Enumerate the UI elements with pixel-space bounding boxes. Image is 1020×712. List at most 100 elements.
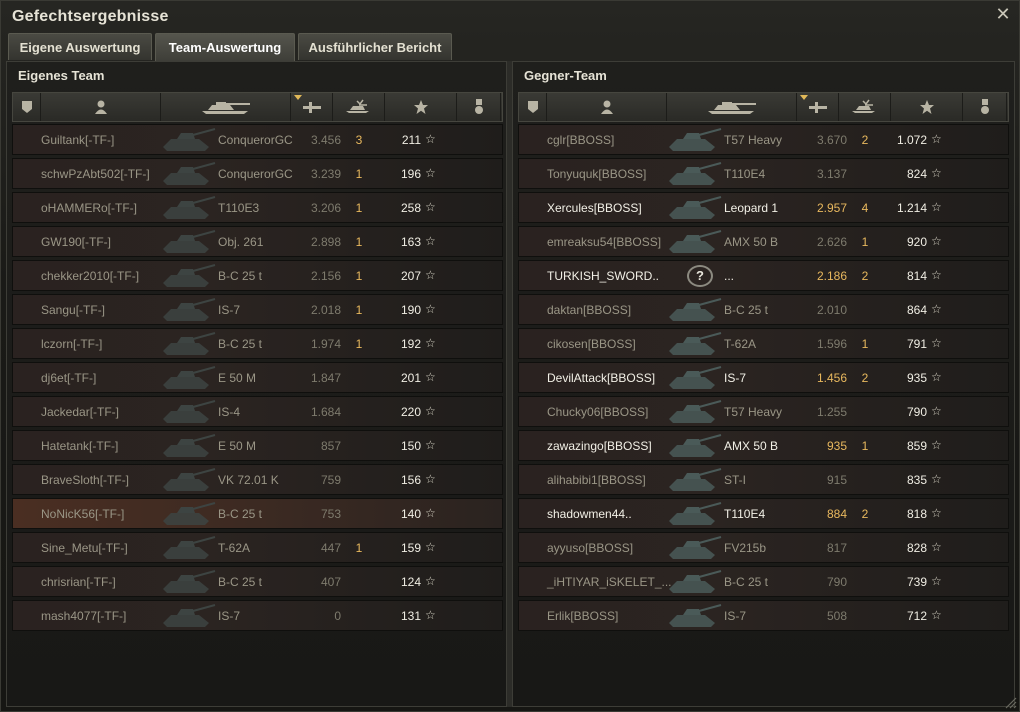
player-name: chrisrian[-TF-] [41, 575, 116, 589]
damage-value: 3.206 [310, 201, 341, 215]
player-name: oHAMMERo[-TF-] [41, 201, 137, 215]
vehicle-name: IS-7 [724, 609, 747, 623]
vehicle-name: IS-7 [218, 303, 241, 317]
damage-value: 857 [320, 439, 341, 453]
own-team-player-row[interactable]: chrisrian[-TF-] B-C 25 t 407 124 ☆ [12, 566, 503, 597]
enemy-team-player-row[interactable]: Erlik[BBOSS] IS-7 508 712 ☆ [518, 600, 1009, 631]
xp-value: 159 [400, 541, 421, 555]
own-team-player-row[interactable]: BraveSloth[-TF-] VK 72.01 K 759 156 ☆ [12, 464, 503, 495]
enemy-team-header-medal-icon[interactable] [963, 93, 1007, 121]
xp-star-icon [413, 99, 429, 115]
xp-star-icon: ☆ [931, 166, 942, 180]
xp-star-icon: ☆ [425, 200, 436, 214]
enemy-team-player-row[interactable]: Tonyuquk[BBOSS] T110E4 3.137 824 ☆ [518, 158, 1009, 189]
enemy-team-header-kills-icon[interactable] [839, 93, 891, 121]
xp-star-icon: ☆ [931, 370, 942, 384]
damage-value: 2.957 [816, 201, 847, 215]
enemy-team-header-tank-icon[interactable] [667, 93, 797, 121]
own-team-header-medal-icon[interactable] [457, 93, 501, 121]
enemy-team-player-row[interactable]: Chucky06[BBOSS] T57 Heavy 1.255 790 ☆ [518, 396, 1009, 427]
damage-value: 3.239 [310, 167, 341, 181]
xp-value: 190 [400, 303, 421, 317]
tab-ausfuehrlicher-bericht[interactable]: Ausführlicher Bericht [298, 33, 452, 60]
vehicle-name: B-C 25 t [724, 303, 769, 317]
damage-value: 759 [320, 473, 341, 487]
player-name: shadowmen44.. [547, 507, 632, 521]
player-name: Guiltank[-TF-] [41, 133, 115, 147]
vehicle-icon [159, 159, 217, 189]
xp-value: 140 [400, 507, 421, 521]
squad-icon [20, 99, 34, 115]
own-team-player-row[interactable]: mash4077[-TF-] IS-7 0 131 ☆ [12, 600, 503, 631]
player-name: Chucky06[BBOSS] [547, 405, 649, 419]
xp-value: 1.214 [896, 201, 927, 215]
own-team-player-row[interactable]: GW190[-TF-] Obj. 261 2.898 1 163 ☆ [12, 226, 503, 257]
tank-icon [198, 99, 254, 115]
xp-value: 739 [906, 575, 927, 589]
vehicle-name: T110E4 [724, 167, 766, 181]
vehicle-icon [665, 193, 723, 223]
player-name: zawazingo[BBOSS] [547, 439, 652, 453]
enemy-team-player-row[interactable]: shadowmen44.. T110E4 884 2 818 ☆ [518, 498, 1009, 529]
vehicle-name: IS-7 [724, 371, 747, 385]
own-team-player-row[interactable]: oHAMMERo[-TF-] T110E3 3.206 1 258 ☆ [12, 192, 503, 223]
resize-grip-icon[interactable] [1003, 695, 1017, 709]
enemy-team-player-row[interactable]: TURKISH_SWORD..?... 2.186 2 814 ☆ [518, 260, 1009, 291]
xp-star-icon: ☆ [425, 132, 436, 146]
player-icon [94, 99, 108, 115]
tab-eigene-auswertung[interactable]: Eigene Auswertung [8, 33, 152, 60]
enemy-team-player-row[interactable]: ayyuso[BBOSS] FV215b 817 828 ☆ [518, 532, 1009, 563]
damage-value: 1.974 [310, 337, 341, 351]
damage-value: 1.684 [310, 405, 341, 419]
enemy-team-header-player-icon[interactable] [547, 93, 667, 121]
xp-star-icon: ☆ [425, 268, 436, 282]
player-name: Hatetank[-TF-] [41, 439, 119, 453]
vehicle-icon [665, 295, 723, 325]
vehicle-name: B-C 25 t [218, 269, 263, 283]
own-team-header-damage-icon[interactable] [291, 93, 333, 121]
vehicle-name: T-62A [724, 337, 757, 351]
enemy-team-title: Gegner-Team [524, 68, 607, 83]
enemy-team-player-row[interactable]: DevilAttack[BBOSS] IS-7 1.456 2 935 ☆ [518, 362, 1009, 393]
own-team-player-row[interactable]: Hatetank[-TF-] E 50 M 857 150 ☆ [12, 430, 503, 461]
vehicle-name: T57 Heavy [724, 133, 783, 147]
vehicle-name: ST-I [724, 473, 747, 487]
own-team-player-row[interactable]: Sangu[-TF-] IS-7 2.018 1 190 ☆ [12, 294, 503, 325]
vehicle-name: E 50 M [218, 371, 257, 385]
own-team-player-row[interactable]: lczorn[-TF-] B-C 25 t 1.974 1 192 ☆ [12, 328, 503, 359]
vehicle-icon [159, 499, 217, 529]
enemy-team-player-row[interactable]: zawazingo[BBOSS] AMX 50 B 935 1 859 ☆ [518, 430, 1009, 461]
own-team-player-row[interactable]: NoNicK56[-TF-] B-C 25 t 753 140 ☆ [12, 498, 503, 529]
player-name: Sine_Metu[-TF-] [41, 541, 128, 555]
damage-value: 790 [826, 575, 847, 589]
enemy-team-player-row[interactable]: alihabibi1[BBOSS] ST-I 915 835 ☆ [518, 464, 1009, 495]
enemy-team-player-row[interactable]: cglr[BBOSS] T57 Heavy 3.670 2 1.072 ☆ [518, 124, 1009, 155]
enemy-team-header-squad-icon[interactable] [519, 93, 547, 121]
tab-team-auswertung[interactable]: Team-Auswertung [155, 33, 295, 61]
own-team-player-row[interactable]: chekker2010[-TF-] B-C 25 t 2.156 1 207 ☆ [12, 260, 503, 291]
own-team-player-row[interactable]: dj6et[-TF-] E 50 M 1.847 201 ☆ [12, 362, 503, 393]
enemy-team-header-xp-star-icon[interactable] [891, 93, 963, 121]
damage-value: 447 [320, 541, 341, 555]
own-team-panel: Eigenes Team Guiltank[-TF-] ConquerorGC 3.… [6, 61, 507, 707]
own-team-player-row[interactable]: Guiltank[-TF-] ConquerorGC 3.456 3 211 ☆ [12, 124, 503, 155]
own-team-player-row[interactable]: schwPzAbt502[-TF-] ConquerorGC 3.239 1 196 ☆ [12, 158, 503, 189]
own-team-header-kills-icon[interactable] [333, 93, 385, 121]
enemy-team-player-row[interactable]: emreaksu54[BBOSS] AMX 50 B 2.626 1 920 ☆ [518, 226, 1009, 257]
enemy-team-player-row[interactable]: cikosen[BBOSS] T-62A 1.596 1 791 ☆ [518, 328, 1009, 359]
enemy-team-header-damage-icon[interactable] [797, 93, 839, 121]
battle-results-window: Gefechtsergebnisse ✕ Eigene Auswertung T… [0, 0, 1020, 712]
own-team-player-row[interactable]: Jackedar[-TF-] IS-4 1.684 220 ☆ [12, 396, 503, 427]
close-icon[interactable]: ✕ [995, 5, 1011, 23]
own-team-header-squad-icon[interactable] [13, 93, 41, 121]
own-team-player-row[interactable]: Sine_Metu[-TF-] T-62A 447 1 159 ☆ [12, 532, 503, 563]
vehicle-icon [665, 499, 723, 529]
own-team-header-player-icon[interactable] [41, 93, 161, 121]
enemy-team-player-row[interactable]: Xercules[BBOSS] Leopard 1 2.957 4 1.214 ☆ [518, 192, 1009, 223]
enemy-team-player-row[interactable]: daktan[BBOSS] B-C 25 t 2.010 864 ☆ [518, 294, 1009, 325]
kills-icon [343, 99, 375, 115]
own-team-header-tank-icon[interactable] [161, 93, 291, 121]
enemy-team-player-row[interactable]: _iHTIYAR_iSKELET_... B-C 25 t 790 739 ☆ [518, 566, 1009, 597]
own-team-header-xp-star-icon[interactable] [385, 93, 457, 121]
player-name: mash4077[-TF-] [41, 609, 127, 623]
